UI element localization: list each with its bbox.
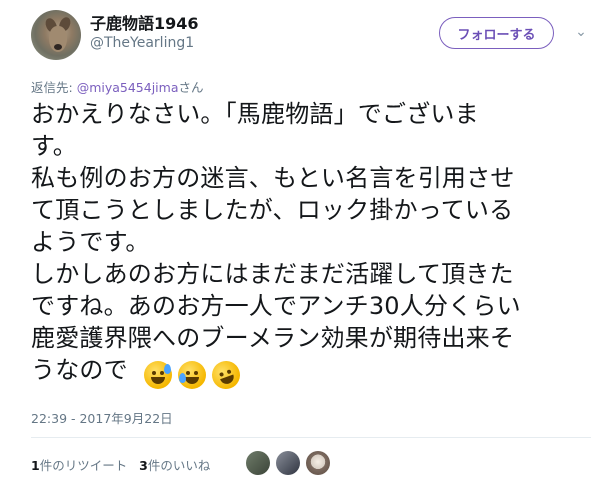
avatar-nose bbox=[54, 44, 62, 50]
reply-mention-link[interactable]: @miya5454jima bbox=[77, 80, 179, 95]
author-avatar[interactable] bbox=[31, 10, 81, 60]
retweet-label[interactable]: 件のリツイート bbox=[40, 458, 128, 473]
replying-to: 返信先: @miya5454jimaさん bbox=[31, 77, 204, 96]
tweet-text: おかえりなさい。「馬鹿物語」でございま す。私も例のお方の迷言、もとい名言を引用さ… bbox=[31, 98, 591, 386]
liker-avatar[interactable] bbox=[306, 451, 330, 475]
emoji-eye bbox=[226, 369, 232, 375]
emoji-eye bbox=[194, 371, 198, 375]
joy-emoji bbox=[178, 361, 206, 389]
tweet-header: 子鹿物語1946 @TheYearling1 フォローする ⌄ bbox=[0, 0, 613, 70]
tweet-line: うなので bbox=[31, 356, 128, 384]
emoji-row bbox=[144, 357, 244, 393]
tear-drop-icon bbox=[179, 373, 186, 383]
sweat-drop-icon bbox=[164, 364, 171, 374]
emoji-mouth bbox=[151, 377, 165, 384]
emoji-eye bbox=[152, 371, 156, 375]
replying-prefix: 返信先: bbox=[31, 80, 77, 95]
tweet-timestamp[interactable]: 22:39 - 2017年9月22日 bbox=[31, 408, 173, 427]
retweet-count[interactable]: 1 bbox=[31, 458, 40, 473]
like-label[interactable]: 件のいいね bbox=[148, 458, 211, 473]
emoji-mouth bbox=[185, 377, 199, 384]
tweet-line: ようです。 bbox=[31, 228, 150, 256]
tweet-line: おかえりなさい。「馬鹿物語」でございま bbox=[31, 100, 479, 128]
chevron-down-icon[interactable]: ⌄ bbox=[574, 25, 588, 39]
tweet-line: 私も例のお方の迷言、もとい名言を引用させ bbox=[31, 164, 515, 192]
author-display-name[interactable]: 子鹿物語1946 bbox=[90, 10, 199, 34]
tweet-line: 鹿愛護界隈へのブーメラン効果が期待出来そ bbox=[31, 324, 515, 352]
tweet-line: しかしあのお方にはまだまだ活躍して頂きた bbox=[31, 260, 514, 288]
liker-avatar[interactable] bbox=[276, 451, 300, 475]
tweet-line: ですね。あのお方一人でアンチ30人分くらい bbox=[31, 292, 521, 320]
grinning-sweat-emoji bbox=[144, 361, 172, 389]
emoji-eye bbox=[186, 371, 190, 375]
tweet-line: す。 bbox=[31, 132, 77, 160]
like-count[interactable]: 3 bbox=[139, 458, 148, 473]
rofl-emoji bbox=[208, 357, 244, 393]
liker-avatars bbox=[246, 451, 330, 475]
divider bbox=[31, 437, 591, 438]
tweet-line: て頂こうとしましたが、ロック掛かっている bbox=[31, 196, 514, 224]
follow-button[interactable]: フォローする bbox=[439, 17, 554, 49]
author-handle[interactable]: @TheYearling1 bbox=[90, 35, 194, 51]
liker-avatar[interactable] bbox=[246, 451, 270, 475]
emoji-eye bbox=[218, 371, 225, 378]
replying-suffix: さん bbox=[178, 80, 204, 95]
tweet-stats: 1件のリツイート 3件のいいね bbox=[31, 455, 210, 474]
